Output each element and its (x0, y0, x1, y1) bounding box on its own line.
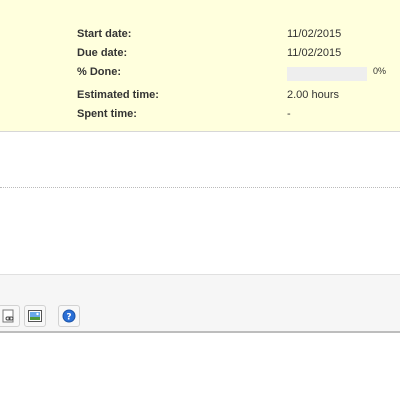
done-progress-bar (287, 67, 367, 81)
issue-attributes-panel: Start date: 11/02/2015 Due date: 11/02/2… (0, 0, 400, 132)
estimated-time-value: 2.00 hours (287, 89, 339, 101)
issue-page: Start date: 11/02/2015 Due date: 11/02/2… (0, 0, 400, 400)
description-divider (0, 187, 400, 188)
start-date-value: 11/02/2015 (287, 28, 342, 40)
estimated-time-label: Estimated time: (77, 89, 159, 101)
code-link-button[interactable] (0, 305, 20, 327)
spent-time-label: Spent time: (77, 108, 137, 120)
done-ratio-text: 0% (373, 66, 387, 76)
due-date-value: 11/02/2015 (287, 47, 342, 59)
spent-time-value: - (287, 108, 291, 120)
start-date-label: Start date: (77, 28, 132, 40)
help-button[interactable]: ? (58, 305, 80, 327)
svg-text:?: ? (66, 313, 71, 323)
done-ratio-label: % Done: (77, 66, 121, 78)
form-section-band (0, 274, 400, 291)
insert-image-button[interactable] (24, 305, 46, 327)
due-date-label: Due date: (77, 47, 128, 59)
